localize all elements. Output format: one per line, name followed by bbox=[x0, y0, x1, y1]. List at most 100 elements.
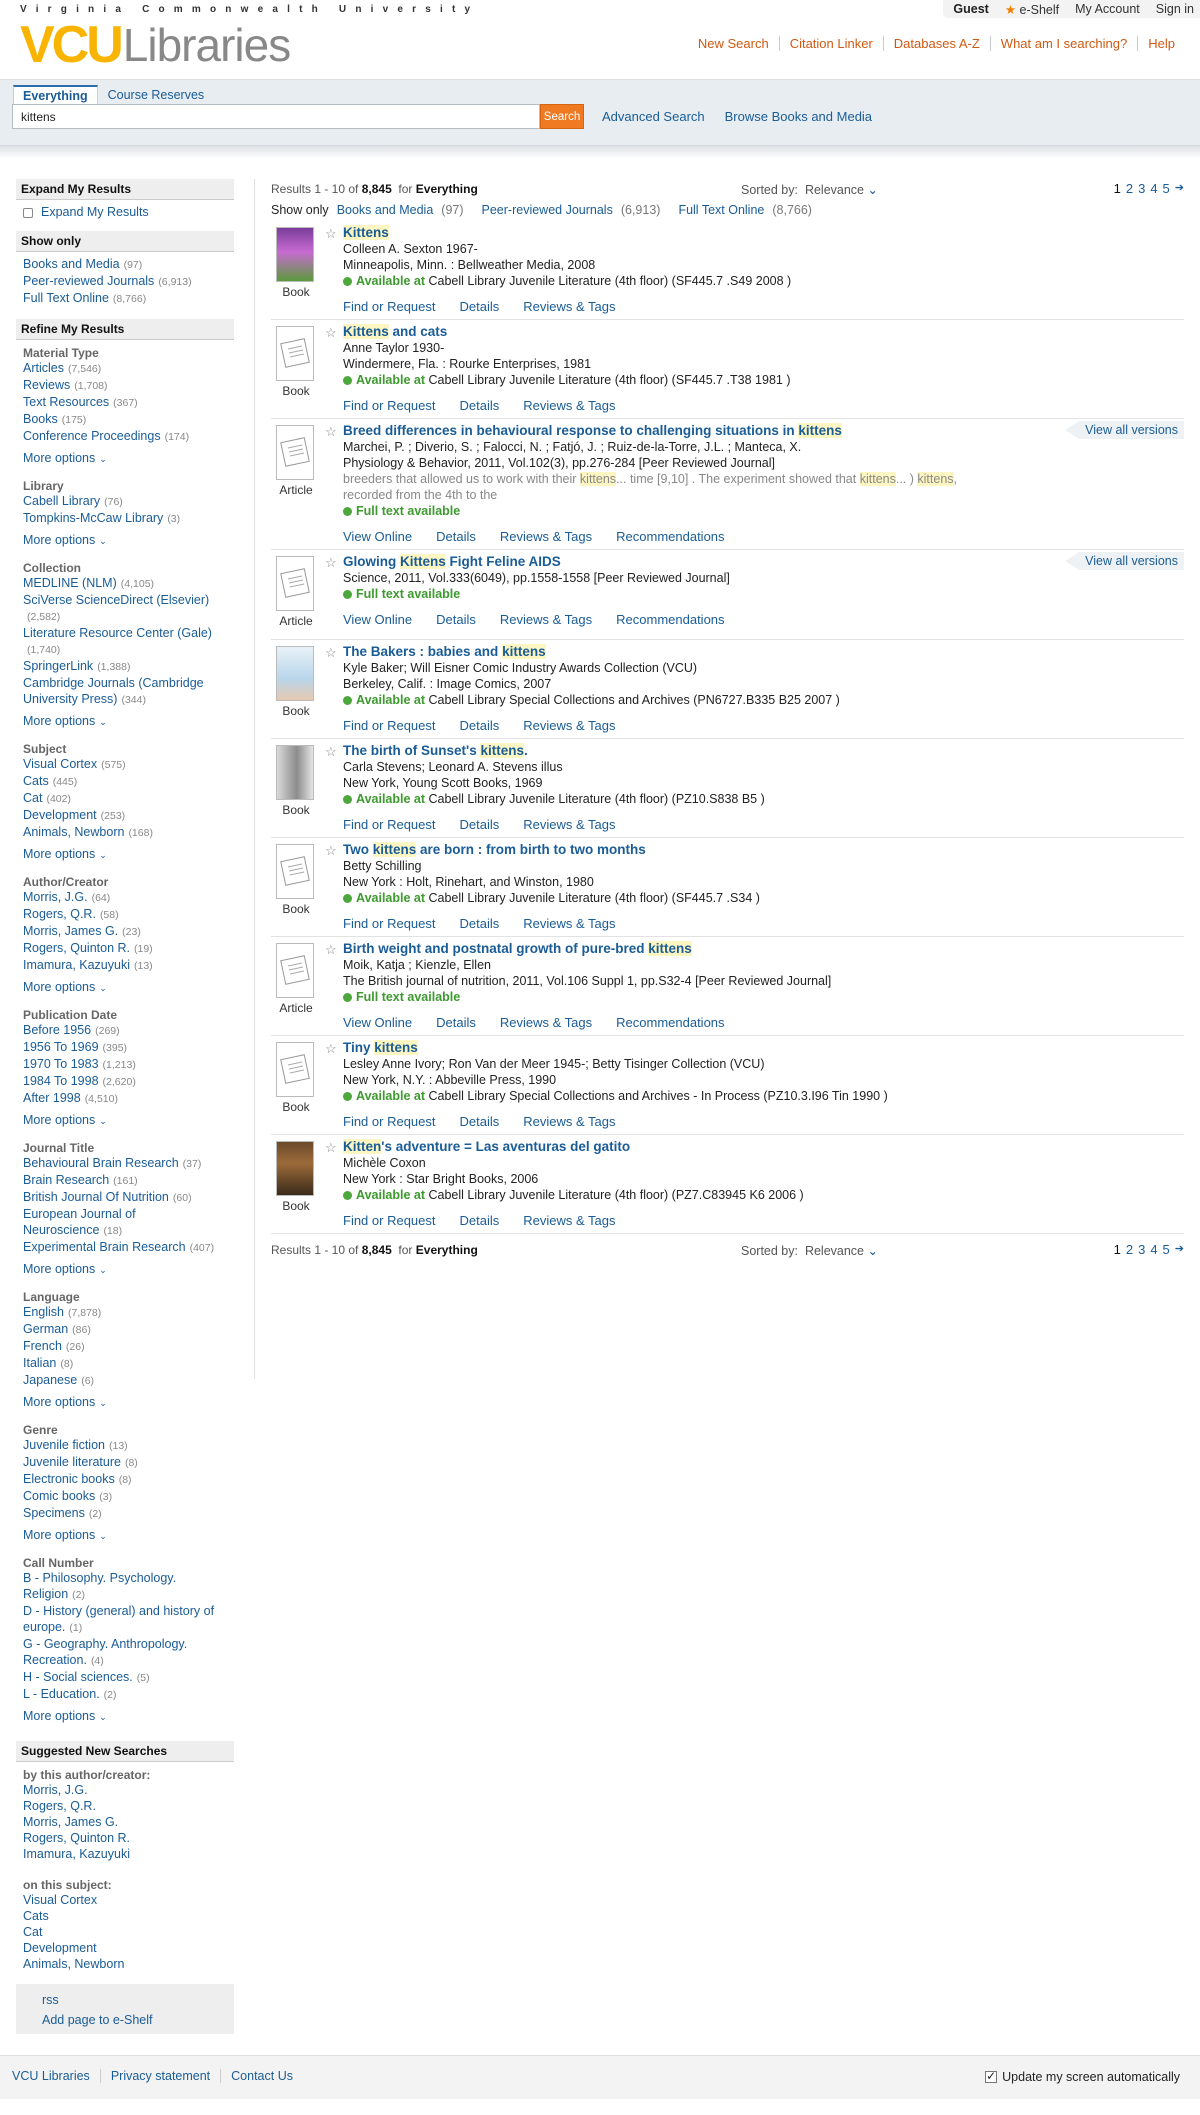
facet-item[interactable]: B - Philosophy. Psychology. Religion (2) bbox=[23, 1570, 234, 1603]
action-details[interactable]: Details bbox=[460, 1213, 500, 1228]
action-reviews-tags[interactable]: Reviews & Tags bbox=[523, 398, 615, 413]
facet-item[interactable]: D - History (general) and history of eur… bbox=[23, 1603, 234, 1636]
suggested-author[interactable]: Imamura, Kazuyuki bbox=[23, 1846, 234, 1862]
facet-item[interactable]: European Journal of Neuroscience (18) bbox=[23, 1206, 234, 1239]
sort-control[interactable]: Sorted by: Relevance ⌄ bbox=[741, 182, 878, 197]
action-find-or-request[interactable]: Find or Request bbox=[343, 299, 436, 314]
facet-item[interactable]: SciVerse ScienceDirect (Elsevier) (2,582) bbox=[23, 592, 234, 625]
page-5[interactable]: 5 bbox=[1163, 1242, 1170, 1257]
suggested-subject[interactable]: Animals, Newborn bbox=[23, 1956, 234, 1972]
facet-item[interactable]: Brain Research (161) bbox=[23, 1172, 234, 1189]
facet-item[interactable]: Morris, J.G. (64) bbox=[23, 889, 234, 906]
star-outline-icon[interactable]: ☆ bbox=[325, 1041, 337, 1057]
advanced-search-link[interactable]: Advanced Search bbox=[602, 109, 705, 124]
action-find-or-request[interactable]: Find or Request bbox=[343, 817, 436, 832]
facet-item[interactable]: Visual Cortex (575) bbox=[23, 756, 234, 773]
facet-item-label[interactable]: French bbox=[23, 1339, 62, 1353]
top-link-databases-a-z[interactable]: Databases A-Z bbox=[882, 36, 990, 51]
next-arrow-icon[interactable]: ➔ bbox=[1175, 1242, 1184, 1257]
result-title[interactable]: Birth weight and postnatal growth of pur… bbox=[343, 941, 1184, 957]
star-outline-icon[interactable]: ☆ bbox=[325, 843, 337, 859]
facet-item[interactable]: SpringerLink (1,388) bbox=[23, 658, 234, 675]
top-link-help[interactable]: Help bbox=[1137, 36, 1185, 51]
facet-item[interactable]: Cabell Library (76) bbox=[23, 493, 234, 510]
facet-item[interactable]: Literature Resource Center (Gale) (1,740) bbox=[23, 625, 234, 658]
facet-item-label[interactable]: Cabell Library bbox=[23, 494, 100, 508]
page-5[interactable]: 5 bbox=[1163, 181, 1170, 196]
expand-checkbox[interactable] bbox=[23, 207, 33, 218]
more-options-link[interactable]: More options ⌄ bbox=[23, 1709, 234, 1723]
facet-item-label[interactable]: Brain Research bbox=[23, 1173, 109, 1187]
facet-item[interactable]: L - Education. (2) bbox=[23, 1686, 234, 1703]
facet-item[interactable]: After 1998 (4,510) bbox=[23, 1090, 234, 1107]
facet-item-label[interactable]: Cat bbox=[23, 791, 42, 805]
rss-link[interactable]: rss bbox=[42, 1990, 234, 2010]
page-1[interactable]: 1 bbox=[1114, 1242, 1121, 1257]
facet-item-label[interactable]: Behavioural Brain Research bbox=[23, 1156, 179, 1170]
facet-item[interactable]: English (7,878) bbox=[23, 1304, 234, 1321]
search-input[interactable]: kittens bbox=[12, 104, 540, 129]
add-page-eshelf-link[interactable]: Add page to e-Shelf bbox=[42, 2010, 234, 2030]
star-outline-icon[interactable]: ☆ bbox=[325, 942, 337, 958]
star-outline-icon[interactable]: ☆ bbox=[325, 1140, 337, 1156]
facet-item[interactable]: Experimental Brain Research (407) bbox=[23, 1239, 234, 1256]
result-title[interactable]: Breed differences in behavioural respons… bbox=[343, 423, 1184, 439]
more-options-link[interactable]: More options ⌄ bbox=[23, 533, 234, 547]
action-view-online[interactable]: View Online bbox=[343, 529, 412, 544]
facet-item-label[interactable]: SciVerse ScienceDirect (Elsevier) bbox=[23, 593, 209, 607]
facet-item-label[interactable]: Text Resources bbox=[23, 395, 109, 409]
result-title[interactable]: Two kittens are born : from birth to two… bbox=[343, 842, 1184, 858]
action-reviews-tags[interactable]: Reviews & Tags bbox=[523, 299, 615, 314]
chevron-down-icon[interactable]: ⌄ bbox=[868, 183, 878, 197]
facet-item-label[interactable]: L - Education. bbox=[23, 1687, 100, 1701]
facet-item[interactable]: 1970 To 1983 (1,213) bbox=[23, 1056, 234, 1073]
facet-item-label[interactable]: SpringerLink bbox=[23, 659, 93, 673]
page-2[interactable]: 2 bbox=[1126, 1242, 1133, 1257]
showonly-filter[interactable]: Full Text Online (8,766) bbox=[678, 203, 812, 217]
showonly-filter-label[interactable]: Full Text Online bbox=[678, 203, 764, 217]
facet-item[interactable]: Rogers, Quinton R. (19) bbox=[23, 940, 234, 957]
facet-item-label[interactable]: English bbox=[23, 1305, 64, 1319]
sort-value-bottom[interactable]: Relevance bbox=[805, 1244, 864, 1258]
facet-item-label[interactable]: British Journal Of Nutrition bbox=[23, 1190, 169, 1204]
more-options-link[interactable]: More options ⌄ bbox=[23, 1113, 234, 1127]
facet-item[interactable]: Cambridge Journals (Cambridge University… bbox=[23, 675, 234, 708]
facet-item[interactable]: Articles (7,546) bbox=[23, 360, 234, 377]
action-reviews-tags[interactable]: Reviews & Tags bbox=[523, 1213, 615, 1228]
tab-everything[interactable]: Everything bbox=[13, 85, 98, 104]
star-outline-icon[interactable]: ☆ bbox=[325, 325, 337, 341]
action-details[interactable]: Details bbox=[460, 916, 500, 931]
page-4[interactable]: 4 bbox=[1150, 1242, 1157, 1257]
facet-item-label[interactable]: Electronic books bbox=[23, 1472, 115, 1486]
showonly-item[interactable]: Peer-reviewed Journals (6,913) bbox=[23, 273, 234, 290]
showonly-item[interactable]: Full Text Online (8,766) bbox=[23, 290, 234, 307]
result-title[interactable]: Tiny kittens bbox=[343, 1040, 1184, 1056]
chevron-down-icon[interactable]: ⌄ bbox=[868, 1244, 878, 1258]
action-reviews-tags[interactable]: Reviews & Tags bbox=[523, 1114, 615, 1129]
result-title[interactable]: Kittens and cats bbox=[343, 324, 1184, 340]
action-view-online[interactable]: View Online bbox=[343, 1015, 412, 1030]
facet-item-label[interactable]: Juvenile fiction bbox=[23, 1438, 105, 1452]
showonly-filter-label[interactable]: Peer-reviewed Journals bbox=[482, 203, 613, 217]
facet-item[interactable]: Specimens (2) bbox=[23, 1505, 234, 1522]
showonly-item-label[interactable]: Peer-reviewed Journals bbox=[23, 274, 154, 288]
facet-item[interactable]: Reviews (1,708) bbox=[23, 377, 234, 394]
facet-item[interactable]: 1984 To 1998 (2,620) bbox=[23, 1073, 234, 1090]
showonly-filter-label[interactable]: Books and Media bbox=[337, 203, 434, 217]
footer-link-vcu-libraries[interactable]: VCU Libraries bbox=[12, 2069, 100, 2083]
showonly-item[interactable]: Books and Media (97) bbox=[23, 256, 234, 273]
update-checkbox[interactable] bbox=[985, 2069, 998, 2083]
update-toggle[interactable]: Update my screen automatically bbox=[985, 2069, 1180, 2084]
showonly-item-label[interactable]: Books and Media bbox=[23, 257, 120, 271]
facet-item[interactable]: G - Geography. Anthropology. Recreation.… bbox=[23, 1636, 234, 1669]
facet-item-label[interactable]: Reviews bbox=[23, 378, 70, 392]
result-title[interactable]: The Bakers : babies and kittens bbox=[343, 644, 1184, 660]
eshelf-link[interactable]: ★ e-Shelf bbox=[1005, 2, 1059, 17]
suggested-author[interactable]: Morris, J.G. bbox=[23, 1782, 234, 1798]
action-details[interactable]: Details bbox=[436, 612, 476, 627]
facet-item-label[interactable]: Before 1956 bbox=[23, 1023, 91, 1037]
page-4[interactable]: 4 bbox=[1150, 181, 1157, 196]
facet-item-label[interactable]: Imamura, Kazuyuki bbox=[23, 958, 130, 972]
next-arrow-icon[interactable]: ➔ bbox=[1175, 181, 1184, 196]
facet-item-label[interactable]: Development bbox=[23, 808, 97, 822]
